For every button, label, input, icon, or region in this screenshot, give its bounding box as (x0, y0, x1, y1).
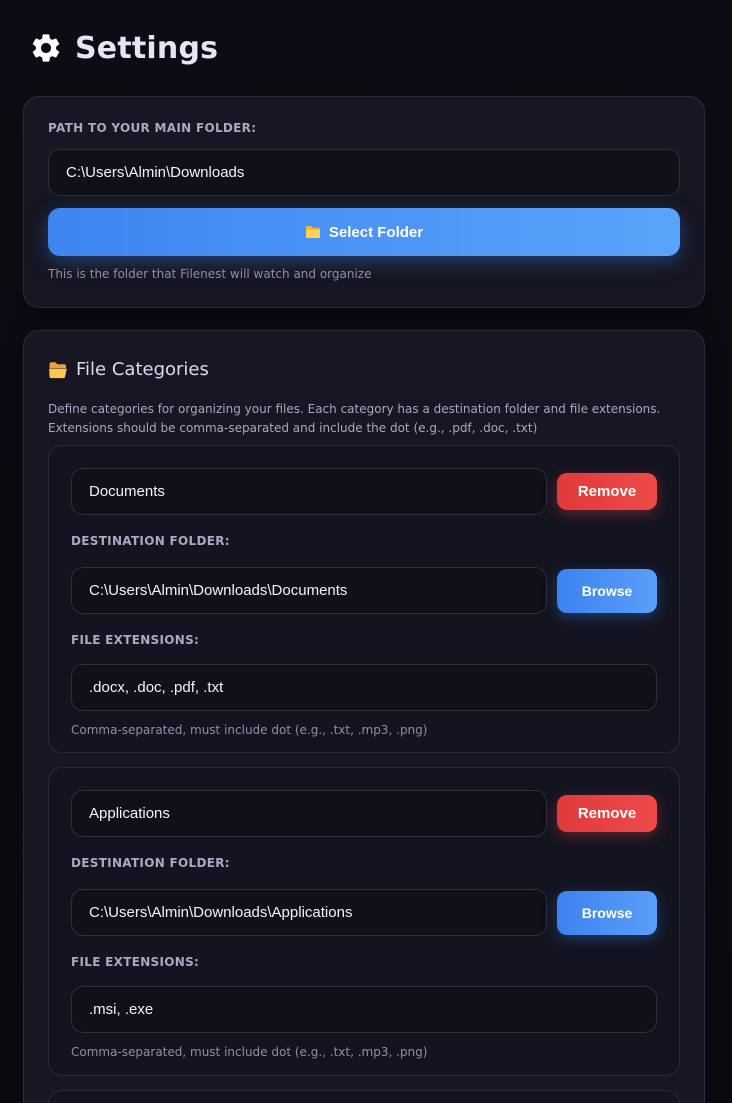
page-title: Settings (75, 30, 219, 66)
category-name-input[interactable]: Documents (71, 468, 547, 515)
main-folder-input[interactable]: C:\Users\Almin\Downloads (48, 149, 680, 196)
file-extensions-hint: Comma-separated, must include dot (e.g.,… (71, 723, 428, 737)
file-categories-title: File Categories (76, 359, 209, 380)
open-folder-icon (49, 361, 67, 378)
file-extensions-label: FILE EXTENSIONS: (71, 633, 200, 647)
category-card-partial (48, 1090, 680, 1103)
browse-button[interactable]: Browse (557, 890, 657, 935)
destination-row: C:\Users\Almin\Downloads\Documents Brows… (71, 567, 657, 614)
file-extensions-label: FILE EXTENSIONS: (71, 955, 200, 969)
category-name-row: Documents Remove (71, 468, 657, 515)
select-folder-label: Select Folder (328, 223, 424, 241)
destination-folder-label: DESTINATION FOLDER: (71, 534, 230, 548)
browse-button[interactable]: Browse (557, 568, 657, 613)
destination-row: C:\Users\Almin\Downloads\Applications Br… (71, 889, 657, 936)
file-extensions-input[interactable]: .docx, .doc, .pdf, .txt (71, 664, 657, 711)
file-categories-header: File Categories (48, 359, 680, 380)
file-categories-description: Define categories for organizing your fi… (48, 402, 661, 435)
page-header: Settings (23, 0, 705, 96)
category-name-row: Applications Remove (71, 790, 657, 837)
remove-category-button[interactable]: Remove (557, 795, 657, 832)
main-folder-hint: This is the folder that Filenest will wa… (48, 267, 372, 281)
select-folder-button[interactable]: Select Folder (48, 208, 680, 256)
destination-folder-input[interactable]: C:\Users\Almin\Downloads\Documents (71, 567, 547, 614)
main-folder-card: PATH TO YOUR MAIN FOLDER: C:\Users\Almin… (23, 96, 705, 308)
destination-folder-label: DESTINATION FOLDER: (71, 856, 230, 870)
category-name-input[interactable]: Applications (71, 790, 547, 837)
remove-category-button[interactable]: Remove (557, 473, 657, 510)
settings-page: Settings PATH TO YOUR MAIN FOLDER: C:\Us… (0, 0, 732, 1103)
category-card: Documents Remove DESTINATION FOLDER: C:\… (48, 445, 680, 753)
destination-folder-input[interactable]: C:\Users\Almin\Downloads\Applications (71, 889, 547, 936)
main-folder-label: PATH TO YOUR MAIN FOLDER: (48, 121, 257, 135)
gear-icon (32, 34, 60, 62)
file-categories-card: File Categories Define categories for or… (23, 330, 705, 1103)
folder-icon (305, 226, 320, 238)
file-extensions-input[interactable]: .msi, .exe (71, 986, 657, 1033)
category-card: Applications Remove DESTINATION FOLDER: … (48, 767, 680, 1076)
file-extensions-hint: Comma-separated, must include dot (e.g.,… (71, 1045, 428, 1059)
